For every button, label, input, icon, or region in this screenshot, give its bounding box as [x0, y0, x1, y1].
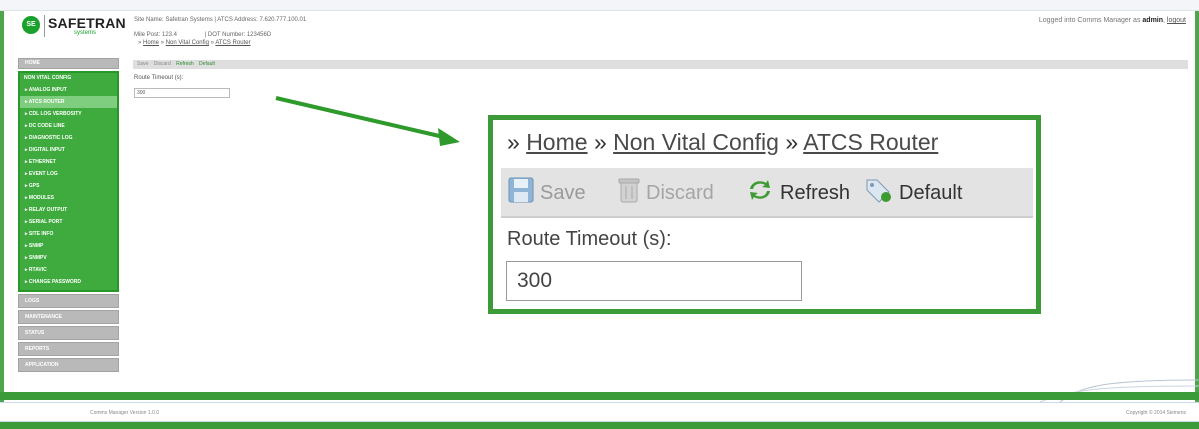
sidebar-bottom-items: LOGS MAINTENANCE STATUS REPORTS APPLICATION: [18, 294, 119, 372]
discard-button[interactable]: Discard: [618, 177, 714, 209]
sidebar-item-bottom[interactable]: APPLICATION: [18, 358, 119, 372]
safetran-logo: SE SAFETRAN systems: [22, 15, 127, 39]
sidebar-item[interactable]: ▸ GPS: [20, 180, 117, 192]
breadcrumb-sep: »: [160, 40, 165, 46]
trash-can-icon: [618, 177, 640, 209]
sidebar-item[interactable]: ▸ CHANGE PASSWORD: [20, 276, 117, 288]
sidebar-item[interactable]: ▸ ATCS ROUTER: [20, 96, 117, 108]
floppy-disk-icon: [508, 177, 534, 209]
footer-green-line: [0, 392, 1199, 400]
footer-bottom-bar: [0, 422, 1199, 429]
brand-subtitle: systems: [74, 30, 97, 36]
discard-button-small[interactable]: Discard: [154, 61, 171, 67]
default-button[interactable]: Default: [865, 179, 962, 207]
refresh-button[interactable]: Refresh: [746, 179, 850, 207]
sidebar-item-bottom[interactable]: REPORTS: [18, 342, 119, 356]
discard-label: Discard: [646, 181, 714, 204]
site-info-line: Site Name: Safetran Systems | ATCS Addre…: [134, 17, 307, 23]
breadcrumb-router-link[interactable]: ATCS Router: [215, 40, 250, 46]
sidebar-item[interactable]: ▸ ETHERNET: [20, 156, 117, 168]
sidebar-item-bottom[interactable]: STATUS: [18, 326, 119, 340]
footer: Comms Manager Version 1.0.0 Copyright © …: [0, 402, 1199, 422]
zoom-callout: » Home » Non Vital Config » ATCS Router …: [488, 115, 1041, 314]
sidebar-item-bottom[interactable]: MAINTENANCE: [18, 310, 119, 324]
route-timeout-input-small[interactable]: 300: [134, 88, 230, 98]
breadcrumb-config-link[interactable]: Non Vital Config: [166, 40, 209, 46]
route-timeout-label: Route Timeout (s):: [507, 228, 672, 250]
default-label: Default: [899, 181, 963, 204]
sidebar-item[interactable]: ▸ SERIAL PORT: [20, 216, 117, 228]
sidebar-item[interactable]: ▸ MODULES: [20, 192, 117, 204]
toolbar-small: Save Discard Refresh Default: [133, 60, 1188, 69]
dot-number: | DOT Number: 123456D: [204, 32, 272, 38]
sidebar-item[interactable]: ▸ CDL LOG VERBOSITY: [20, 108, 117, 120]
sidebar-group-non-vital-config: NON VITAL CONFIG ▸ ANALOG INPUT ▸ ATCS RO…: [18, 71, 119, 292]
route-timeout-label-small: Route Timeout (s):: [134, 75, 184, 81]
sidebar-item[interactable]: ▸ SITE INFO: [20, 228, 117, 240]
left-border: [0, 0, 4, 429]
mile-post-line: Mile Post: 123.4 | DOT Number: 123456D: [134, 32, 271, 38]
breadcrumb-home-link[interactable]: Home: [143, 40, 159, 46]
zoom-breadcrumb-router-link[interactable]: ATCS Router: [803, 129, 938, 155]
sidebar-item[interactable]: ▸ DIAGNOSTIC LOG: [20, 132, 117, 144]
version-text: Comms Manager Version 1.0.0: [90, 410, 159, 416]
save-button[interactable]: Save: [508, 177, 586, 209]
zoom-breadcrumb-sep: »: [507, 129, 520, 155]
sidebar-item[interactable]: ▸ DIGITAL INPUT: [20, 144, 117, 156]
breadcrumb-sep: »: [210, 40, 214, 46]
refresh-label: Refresh: [780, 181, 851, 204]
login-user: admin: [1142, 17, 1164, 24]
route-timeout-input[interactable]: 300: [506, 261, 802, 301]
tag-icon: [865, 177, 893, 209]
sidebar-item[interactable]: ▸ RTAVIC: [20, 264, 117, 276]
save-label: Save: [540, 181, 586, 204]
sidebar-item[interactable]: ▸ DC CODE LINE: [20, 120, 117, 132]
sidebar-item-home[interactable]: HOME: [18, 58, 119, 69]
zoom-breadcrumb-home-link[interactable]: Home: [526, 129, 587, 155]
copyright-text: Copyright © 2014 Siemens: [1126, 410, 1186, 416]
sidebar-item[interactable]: ▸ EVENT LOG: [20, 168, 117, 180]
logo-divider: [44, 15, 45, 37]
refresh-icon: [746, 177, 774, 209]
right-border: [1195, 0, 1199, 429]
sidebar-group-title[interactable]: NON VITAL CONFIG: [20, 73, 117, 84]
sidebar-items: ▸ ANALOG INPUT ▸ ATCS ROUTER ▸ CDL LOG VER…: [20, 84, 117, 288]
window-top-bar: [0, 0, 1199, 11]
zoom-breadcrumb-sep: »: [593, 129, 607, 155]
save-button-small[interactable]: Save: [137, 61, 148, 67]
zoom-breadcrumb-sep: »: [785, 129, 799, 155]
sidebar-item[interactable]: ▸ RELAY OUTPUT: [20, 204, 117, 216]
toolbar: Save Discard Refresh Default: [501, 168, 1033, 218]
breadcrumb: » Home » Non Vital Config » ATCS Router: [138, 40, 251, 46]
sidebar-item[interactable]: ▸ SNMP: [20, 240, 117, 252]
sidebar-item[interactable]: ▸ SNMPV: [20, 252, 117, 264]
login-status: Logged into Comms Manager as admin, logo…: [1038, 17, 1186, 24]
callout-arrow-icon: [275, 96, 460, 146]
zoom-breadcrumb-config-link[interactable]: Non Vital Config: [613, 129, 779, 155]
sidebar: HOME NON VITAL CONFIG ▸ ANALOG INPUT ▸ AT…: [18, 58, 119, 372]
logo-badge-icon: SE: [22, 16, 40, 34]
sidebar-item[interactable]: ▸ ANALOG INPUT: [20, 84, 117, 96]
default-button-small[interactable]: Default: [199, 61, 215, 67]
logout-link[interactable]: logout: [1167, 17, 1186, 24]
sidebar-item-bottom[interactable]: LOGS: [18, 294, 119, 308]
login-prefix: Logged into Comms Manager as: [1038, 17, 1141, 24]
refresh-button-small[interactable]: Refresh: [176, 61, 194, 67]
zoom-breadcrumb: » Home » Non Vital Config » ATCS Router: [507, 129, 938, 156]
breadcrumb-sep: »: [138, 40, 142, 46]
brand-name: SAFETRAN: [48, 15, 126, 31]
mile-post: Mile Post: 123.4: [134, 32, 178, 38]
